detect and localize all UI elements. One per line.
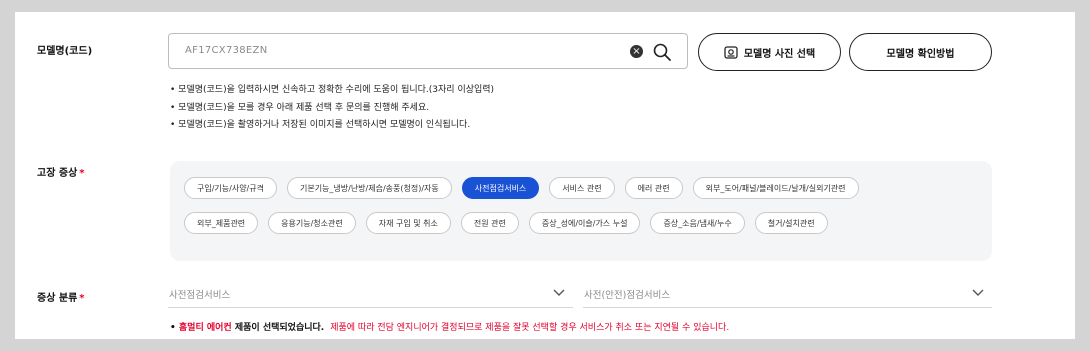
model-input-value[interactable]: AF17CX738EZN xyxy=(185,45,268,56)
search-icon[interactable] xyxy=(652,42,672,62)
symptom-label-text: 고장 증상 xyxy=(37,168,78,179)
symptom-chip-power[interactable]: 전원 관련 xyxy=(460,212,519,234)
symptom-category-value: 사전점검서비스 xyxy=(169,290,231,301)
selected-product-text: 제품이 선택되었습니다. xyxy=(231,323,325,333)
model-note: 모델명(코드)을 입력하시면 신속하고 정확한 수리에 도움이 됩니다.(3자리… xyxy=(170,82,494,100)
symptom-chip-exterior-product[interactable]: 외부_제품관련 xyxy=(184,212,259,234)
symptom-chip-row: 구입/기능/사양/규격 기본기능_냉방/난방/제습/송풍(청정)/자동 사전점검… xyxy=(184,177,859,199)
symptom-chip-purchase[interactable]: 구입/기능/사양/규격 xyxy=(184,177,277,199)
symptom-chip-error[interactable]: 에러 관련 xyxy=(624,177,683,199)
selected-product-name: 홈멀티 에어컨 xyxy=(178,323,232,333)
photo-select-button[interactable]: 모델명 사진 선택 xyxy=(698,33,841,71)
required-mark: * xyxy=(79,168,85,179)
symptom-chip-applied-function[interactable]: 응용기능/청소관련 xyxy=(268,212,356,234)
model-note: 모델명(코드)을 모를 경우 아래 제품 선택 후 문의를 진행해 주세요. xyxy=(170,100,494,118)
symptom-chip-parts[interactable]: 자재 구입 및 취소 xyxy=(365,212,451,234)
required-mark: * xyxy=(79,293,85,304)
symptom-chip-noise-smell[interactable]: 증상_소음/냄새/누수 xyxy=(650,212,745,234)
symptom-chip-pre-inspection[interactable]: 사전점검서비스 xyxy=(461,177,540,199)
chevron-down-icon xyxy=(553,289,565,296)
symptom-detail-value: 사전(안전)점검서비스 xyxy=(584,290,671,301)
model-input[interactable]: AF17CX738EZN × xyxy=(168,33,688,69)
classification-label-text: 증상 분류 xyxy=(37,293,78,304)
product-selected-notice: • 홈멀티 에어컨 제품이 선택되었습니다. 제품에 따라 전담 엔지니어가 결정… xyxy=(170,323,730,333)
close-circle-icon[interactable]: × xyxy=(630,45,643,58)
image-icon xyxy=(724,45,738,59)
symptom-chip-basic-function[interactable]: 기본기능_냉방/난방/제습/송풍(청정)/자동 xyxy=(286,177,452,199)
symptom-label: 고장 증상 * xyxy=(37,164,85,179)
model-howto-button-label: 모델명 확인방법 xyxy=(886,48,955,60)
model-notes: 모델명(코드)을 입력하시면 신속하고 정확한 수리에 도움이 됩니다.(3자리… xyxy=(170,82,494,135)
chevron-down-icon xyxy=(972,289,984,296)
symptom-detail-select[interactable]: 사전(안전)점검서비스 xyxy=(583,282,992,308)
selection-warning: 제품에 따라 전담 엔지니어가 결정되므로 제품을 잘못 선택할 경우 서비스가… xyxy=(330,323,730,333)
model-howto-button[interactable]: 모델명 확인방법 xyxy=(849,33,992,71)
photo-select-button-label: 모델명 사진 선택 xyxy=(743,48,816,60)
symptom-chip-install[interactable]: 철거/설치관련 xyxy=(754,212,828,234)
symptom-category-select[interactable]: 사전점검서비스 xyxy=(168,282,573,308)
model-note: 모델명(코드)을 촬영하거나 저장된 이미지를 선택하시면 모델명이 인식됩니다… xyxy=(170,117,494,135)
service-request-form: 모델명(코드) AF17CX738EZN × 모델명 사진 선택 모델명 확인방… xyxy=(15,12,1075,339)
symptom-chip-group: 구입/기능/사양/규격 기본기능_냉방/난방/제습/송풍(청정)/자동 사전점검… xyxy=(170,161,992,261)
model-label: 모델명(코드) xyxy=(37,46,93,57)
classification-label: 증상 분류 * xyxy=(37,289,85,304)
symptom-chip-exterior-door[interactable]: 외부_도어/패널/블레이드/날개/실외기관련 xyxy=(692,177,859,199)
symptom-chip-frost-gas[interactable]: 증상_성에/이슬/가스 누설 xyxy=(528,212,641,234)
symptom-chip-service[interactable]: 서비스 관련 xyxy=(549,177,615,199)
symptom-chip-row: 외부_제품관련 응용기능/청소관련 자재 구입 및 취소 전원 관련 증상_성에… xyxy=(184,212,828,234)
